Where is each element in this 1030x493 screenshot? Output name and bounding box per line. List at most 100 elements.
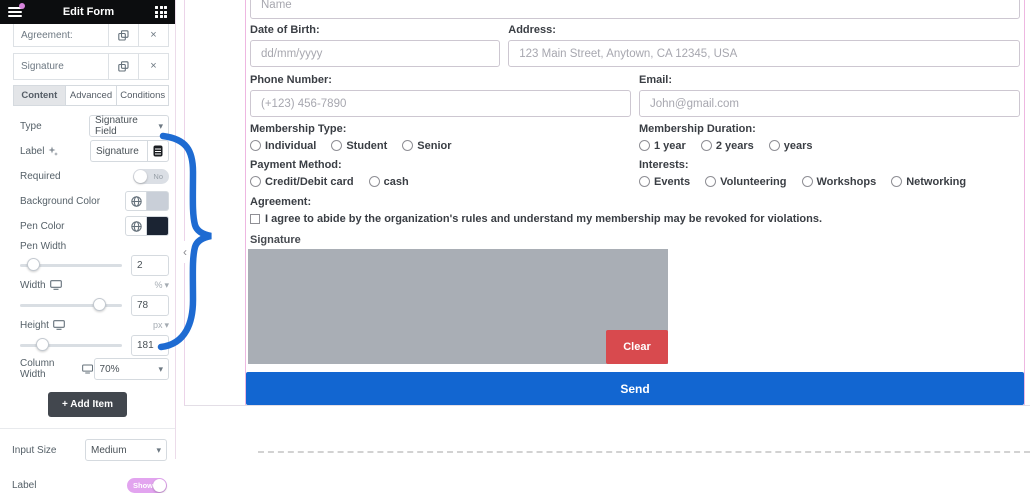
radio-option[interactable]: Networking	[891, 176, 966, 188]
height-unit-select[interactable]: px ▾	[153, 320, 169, 331]
width-slider[interactable]	[20, 295, 122, 315]
radio-option[interactable]: Credit/Debit card	[250, 176, 354, 188]
apps-grid-icon[interactable]	[155, 6, 167, 18]
collapse-panel-icon[interactable]: ‹	[179, 241, 191, 263]
width-unit-select[interactable]: % ▾	[154, 280, 169, 291]
notification-dot	[19, 3, 25, 9]
email-label: Email:	[639, 74, 673, 86]
radio-option[interactable]: Senior	[402, 140, 452, 152]
panel-title: Edit Form	[62, 6, 115, 18]
agreement-checkbox[interactable]	[250, 213, 260, 224]
input-size-select[interactable]: Medium ▾	[85, 439, 167, 461]
radio-option[interactable]: Individual	[250, 140, 316, 152]
radio-icon[interactable]	[250, 140, 261, 151]
monitor-icon[interactable]	[49, 280, 62, 290]
address-label: Address:	[508, 24, 556, 36]
pen-width-input[interactable]	[131, 254, 169, 276]
form-widget-preview: Date of Birth: Address: Phone Number: Em…	[245, 0, 1025, 405]
content-tab-controls: Type Signature Field ▾ Label Signature R…	[13, 106, 169, 380]
payment-method-options: Credit/Debit card cash	[250, 175, 631, 188]
radio-option[interactable]: 1 year	[639, 140, 686, 152]
panel-header: Edit Form	[0, 0, 175, 24]
radio-icon[interactable]	[368, 176, 380, 187]
tab-advanced[interactable]: Advanced	[65, 85, 118, 106]
dob-label: Date of Birth:	[250, 24, 320, 36]
label-toggle-label: Label	[12, 480, 37, 491]
close-icon[interactable]: ×	[138, 54, 168, 79]
close-icon[interactable]: ×	[138, 24, 168, 46]
dob-input[interactable]	[250, 40, 501, 67]
clear-button[interactable]: Clear	[606, 330, 668, 364]
chevron-down-icon: ▾	[164, 279, 169, 290]
input-size-label: Input Size	[12, 444, 57, 456]
background-color-swatch[interactable]	[147, 191, 169, 211]
chevron-down-icon: ▾	[158, 363, 163, 374]
section-border-bottom	[184, 405, 1030, 406]
next-section-dashed-divider	[258, 451, 1030, 453]
membership-duration-label: Membership Duration:	[639, 123, 756, 135]
height-slider[interactable]	[20, 335, 122, 355]
radio-icon[interactable]	[801, 176, 813, 187]
pen-color-swatch[interactable]	[147, 216, 169, 236]
globe-icon[interactable]	[125, 216, 147, 236]
send-button[interactable]: Send	[246, 372, 1024, 405]
membership-duration-options: 1 year 2 years years	[639, 139, 1020, 152]
toggle-state: Show	[133, 481, 153, 490]
panel-tabs: Content Advanced Conditions	[13, 85, 170, 106]
membership-type-options: Individual Student Senior	[250, 139, 631, 152]
monitor-icon[interactable]	[82, 364, 94, 374]
radio-icon[interactable]	[768, 140, 780, 151]
ai-stars-icon[interactable]	[48, 146, 59, 156]
type-select[interactable]: Signature Field ▾	[89, 115, 169, 137]
radio-icon[interactable]	[700, 140, 712, 151]
name-input[interactable]	[250, 0, 1020, 19]
address-input[interactable]	[508, 40, 1020, 67]
column-width-select[interactable]: 70% ▾	[93, 358, 169, 380]
phone-input[interactable]	[250, 90, 631, 117]
radio-option[interactable]: Workshops	[801, 176, 876, 188]
tab-conditions[interactable]: Conditions	[117, 85, 170, 106]
signature-pad[interactable]: Clear	[248, 249, 668, 364]
field-label-label: Label	[20, 146, 59, 157]
repeater-item-agreement[interactable]: Agreement: ×	[13, 24, 169, 47]
interests-options: Events Volunteering Workshops Networking	[639, 175, 1020, 188]
radio-option[interactable]: 2 years	[700, 140, 754, 152]
monitor-icon[interactable]	[53, 320, 65, 330]
radio-icon[interactable]	[250, 176, 261, 187]
height-label: Height	[20, 320, 65, 331]
edit-form-panel: Edit Form Agreement: × Signature × Conte…	[0, 0, 176, 493]
radio-icon[interactable]	[891, 176, 903, 187]
radio-option[interactable]: cash	[368, 176, 409, 188]
dynamic-tags-icon[interactable]	[147, 140, 169, 162]
radio-option[interactable]: Events	[639, 176, 690, 188]
menu-icon[interactable]	[8, 3, 25, 17]
globe-icon[interactable]	[125, 191, 147, 211]
radio-icon[interactable]	[639, 176, 650, 187]
repeater-item-label: Signature	[21, 61, 64, 72]
width-input[interactable]	[131, 294, 169, 316]
duplicate-icon[interactable]	[108, 24, 138, 46]
radio-icon[interactable]	[331, 140, 343, 151]
add-item-button[interactable]: + Add Item	[47, 392, 128, 417]
height-input[interactable]	[131, 334, 169, 356]
slider-knob[interactable]	[36, 338, 50, 351]
label-show-toggle[interactable]: Show	[127, 478, 167, 493]
radio-icon[interactable]	[639, 140, 650, 151]
toggle-knob	[134, 169, 147, 183]
radio-icon[interactable]	[705, 176, 717, 187]
slider-knob[interactable]	[27, 258, 41, 271]
tab-content[interactable]: Content	[13, 85, 66, 106]
field-label-input[interactable]	[90, 140, 147, 162]
radio-icon[interactable]	[402, 140, 414, 151]
radio-option[interactable]: Student	[331, 140, 387, 152]
pen-color-label: Pen Color	[20, 220, 65, 232]
slider-knob[interactable]	[93, 298, 107, 311]
radio-option[interactable]: years	[768, 140, 813, 152]
pen-width-slider[interactable]	[20, 255, 122, 275]
required-toggle[interactable]: No	[133, 168, 169, 184]
radio-option[interactable]: Volunteering	[705, 176, 787, 188]
section-border-left	[184, 0, 185, 405]
duplicate-icon[interactable]	[108, 54, 138, 79]
repeater-item-signature[interactable]: Signature ×	[13, 53, 169, 80]
email-input[interactable]	[639, 90, 1020, 117]
